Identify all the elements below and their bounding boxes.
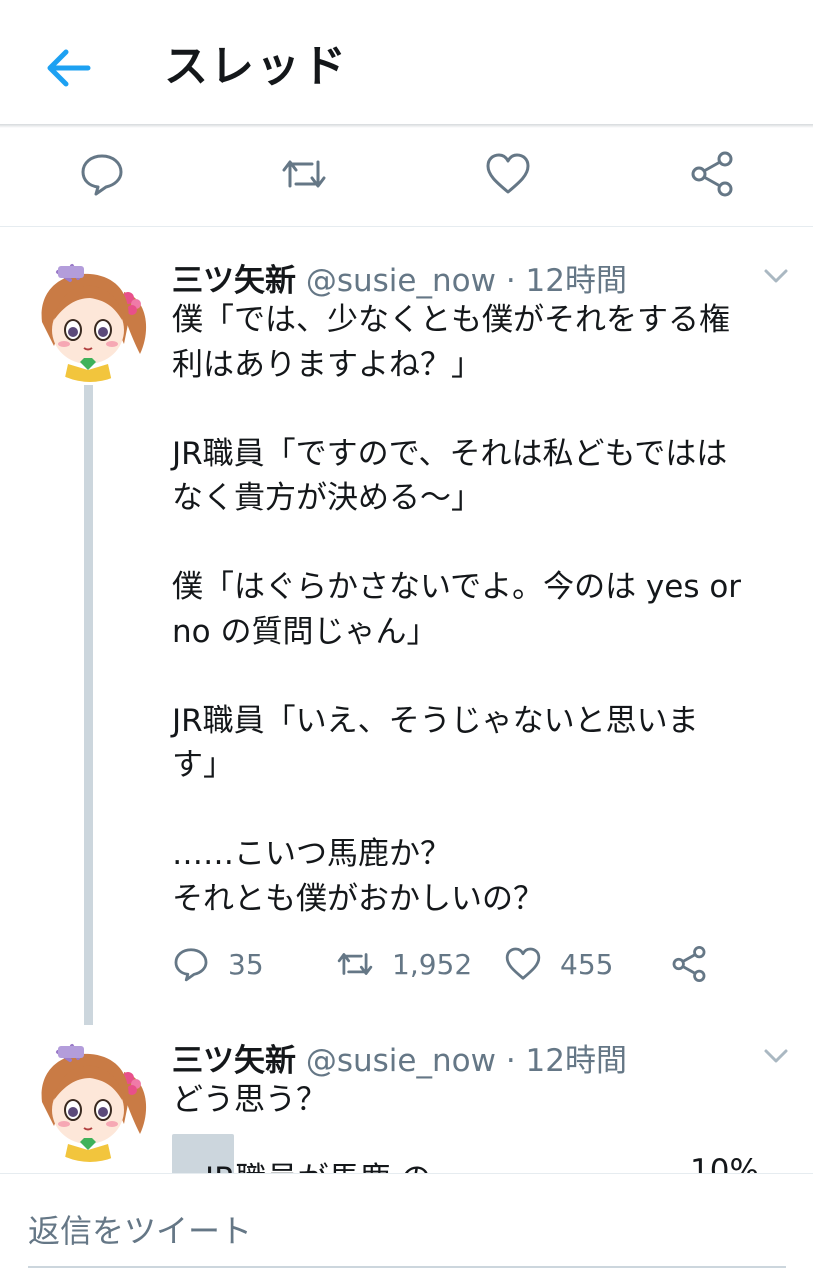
tweet-text-line: JR職員「ですので、それは私どもではは bbox=[172, 435, 728, 472]
tweet-text: 僕「では、少なくとも僕がそれをする権 利はありますよね？」 JR職員「ですので、… bbox=[172, 298, 792, 921]
author-handle[interactable]: @susie_now bbox=[306, 263, 496, 299]
share-button[interactable] bbox=[670, 940, 708, 988]
tweet-text-line bbox=[172, 387, 792, 432]
tweet-text-line bbox=[172, 788, 792, 833]
thread-action-bar bbox=[0, 128, 813, 227]
author-name[interactable]: 三ツ矢新 bbox=[172, 1043, 296, 1079]
tweet-text-line bbox=[172, 654, 792, 699]
author-name[interactable]: 三ツ矢新 bbox=[172, 263, 296, 299]
share-icon[interactable] bbox=[688, 150, 736, 198]
back-arrow-icon[interactable] bbox=[40, 40, 96, 96]
reply-icon[interactable] bbox=[78, 150, 126, 198]
app-header: スレッド bbox=[0, 0, 813, 124]
tweet-text-line: JR職員「いえ、そうじゃないと思いま bbox=[172, 702, 699, 739]
tweet-text-line: す」 bbox=[172, 747, 234, 783]
page-title: スレッド bbox=[164, 41, 348, 92]
tweet-text-line: no の質問じゃん」 bbox=[172, 613, 438, 650]
meta-separator: · bbox=[505, 263, 516, 299]
tweet-header: 三ツ矢新 @susie_now · 12時間 bbox=[172, 1035, 627, 1080]
author-handle[interactable]: @susie_now bbox=[306, 1043, 496, 1079]
tweet-text-line: なく貴方が決める〜」 bbox=[172, 480, 482, 516]
tweet-text-line bbox=[172, 521, 792, 566]
like-icon bbox=[505, 947, 541, 980]
tweet-text-line: 僕「では、少なくとも僕がそれをする権 bbox=[172, 302, 730, 338]
avatar[interactable] bbox=[28, 1038, 152, 1162]
tweet-text-line: どう思う？ bbox=[172, 1082, 327, 1118]
like-count: 455 bbox=[560, 947, 614, 981]
avatar[interactable] bbox=[28, 258, 152, 382]
reply-input[interactable] bbox=[28, 1206, 780, 1256]
tweet-time[interactable]: 12時間 bbox=[526, 1043, 627, 1079]
share-icon bbox=[672, 945, 706, 983]
retweet-button[interactable]: 1,952 bbox=[336, 940, 472, 988]
meta-separator: · bbox=[505, 1043, 516, 1079]
chevron-down-icon[interactable] bbox=[760, 1040, 792, 1072]
tweet-header: 三ツ矢新 @susie_now · 12時間 bbox=[172, 255, 627, 300]
retweet-icon[interactable] bbox=[280, 150, 328, 198]
reply-input-underline bbox=[28, 1266, 786, 1268]
tweet-text-line: ……こいつ馬鹿か？ bbox=[172, 836, 451, 872]
tweet-text-line: 利はありますよね？」 bbox=[172, 346, 482, 383]
tweet-text: どう思う？ bbox=[172, 1078, 792, 1123]
reply-button[interactable]: 35 bbox=[172, 940, 264, 988]
tweet-text-line: 僕「はぐらかさないでよ。今のは yes or bbox=[172, 569, 742, 605]
tweet-actions: 35 1,952 455 bbox=[172, 940, 792, 988]
like-icon[interactable] bbox=[484, 150, 532, 198]
reply-count: 35 bbox=[228, 947, 264, 981]
reply-icon bbox=[174, 948, 208, 982]
retweet-icon bbox=[337, 953, 373, 975]
tweet-text-line: それとも僕がおかしいの？ bbox=[172, 880, 544, 917]
like-button[interactable]: 455 bbox=[504, 940, 613, 988]
retweet-count: 1,952 bbox=[392, 947, 473, 981]
tweet-time[interactable]: 12時間 bbox=[526, 263, 627, 299]
reply-composer bbox=[0, 1173, 813, 1281]
chevron-down-icon[interactable] bbox=[760, 260, 792, 292]
thread-connector-line bbox=[84, 385, 93, 1025]
